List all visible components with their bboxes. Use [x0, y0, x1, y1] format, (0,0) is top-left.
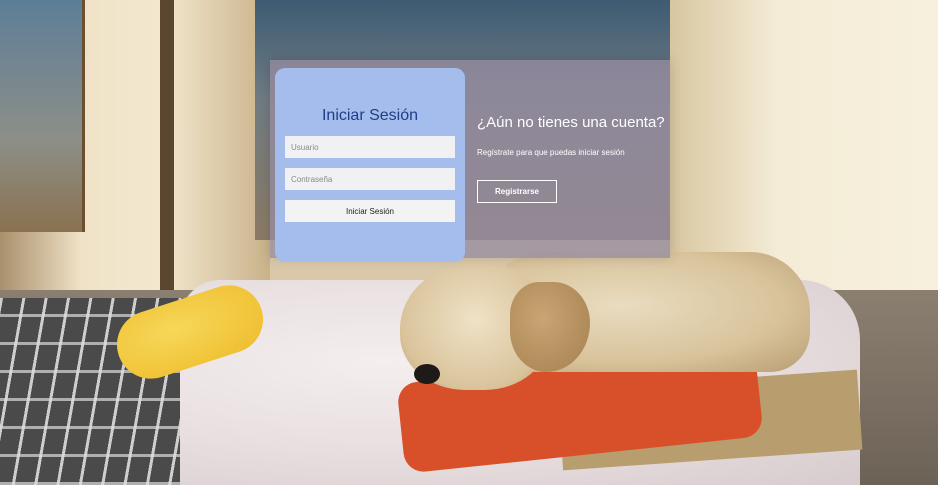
- background-puppy-nose: [414, 364, 440, 384]
- signup-section: ¿Aún no tienes una cuenta? Regístrate pa…: [477, 100, 665, 203]
- background-window: [0, 0, 85, 232]
- password-input[interactable]: [285, 168, 455, 190]
- background-post: [160, 0, 174, 300]
- login-button[interactable]: Iniciar Sesión: [285, 200, 455, 222]
- login-card: Iniciar Sesión Iniciar Sesión: [275, 68, 465, 262]
- signup-title: ¿Aún no tienes una cuenta?: [477, 114, 665, 131]
- username-input[interactable]: [285, 136, 455, 158]
- login-title: Iniciar Sesión: [321, 107, 419, 124]
- register-button[interactable]: Registrarse: [477, 180, 557, 203]
- signup-subtitle: Regístrate para que puedas iniciar sesió…: [477, 148, 625, 157]
